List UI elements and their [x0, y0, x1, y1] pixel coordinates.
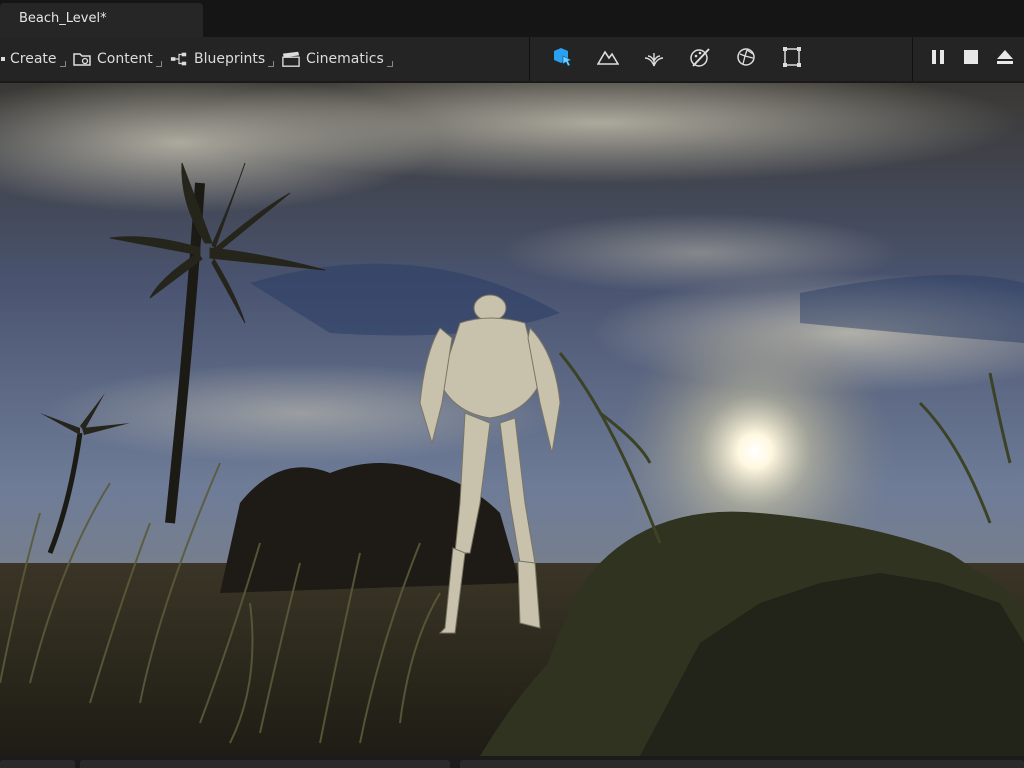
create-button[interactable]: Create [0, 47, 66, 71]
level-tab[interactable]: Beach_Level* [0, 3, 203, 37]
modeling-mode-icon [781, 46, 803, 72]
level-tab-label: Beach_Level* [19, 11, 107, 26]
content-button[interactable]: Content [73, 47, 162, 71]
cinematics-button[interactable]: Cinematics [282, 47, 393, 71]
dropdown-corner-icon [59, 61, 66, 67]
dropdown-corner-icon [386, 61, 393, 67]
pause-button[interactable] [925, 47, 951, 71]
mesh-paint-mode-button[interactable] [687, 47, 713, 71]
dropdown-corner-icon [268, 61, 275, 67]
stop-button[interactable] [958, 47, 984, 71]
select-mode-button[interactable] [549, 47, 575, 71]
viewport-scene [0, 83, 1024, 756]
eject-button[interactable] [992, 47, 1018, 71]
main-toolbar: Create Content Blueprints Cinematics [0, 37, 1024, 83]
fracture-mode-button[interactable] [733, 47, 759, 71]
fracture-mode-icon [735, 46, 757, 72]
cinematics-label: Cinematics [306, 51, 384, 67]
content-folder-icon [73, 50, 91, 68]
blueprints-button[interactable]: Blueprints [170, 47, 275, 71]
blueprints-label: Blueprints [194, 51, 266, 67]
eject-icon [996, 49, 1014, 69]
toolbar-divider [529, 37, 530, 81]
foliage-mode-button[interactable] [641, 47, 667, 71]
level-viewport[interactable] [0, 83, 1024, 756]
create-label: Create [10, 51, 57, 67]
content-label: Content [97, 51, 153, 67]
landscape-mode-button[interactable] [595, 47, 621, 71]
select-mode-icon [551, 46, 573, 72]
bottom-tab[interactable] [80, 760, 450, 768]
bottom-bar [0, 756, 1024, 768]
toolbar-divider [912, 37, 913, 81]
foliage-mode-icon [643, 47, 665, 71]
cinematics-clapper-icon [282, 50, 300, 68]
mesh-paint-mode-icon [689, 46, 711, 72]
title-bar: Beach_Level* [0, 0, 1024, 37]
create-icon [0, 50, 6, 68]
modeling-mode-button[interactable] [779, 47, 805, 71]
landscape-mode-icon [596, 48, 620, 70]
bottom-tab[interactable] [460, 760, 1024, 768]
stop-icon [963, 49, 979, 69]
pause-icon [930, 49, 946, 69]
dropdown-corner-icon [155, 61, 162, 67]
bottom-tab[interactable] [0, 760, 75, 768]
blueprints-icon [170, 50, 188, 68]
